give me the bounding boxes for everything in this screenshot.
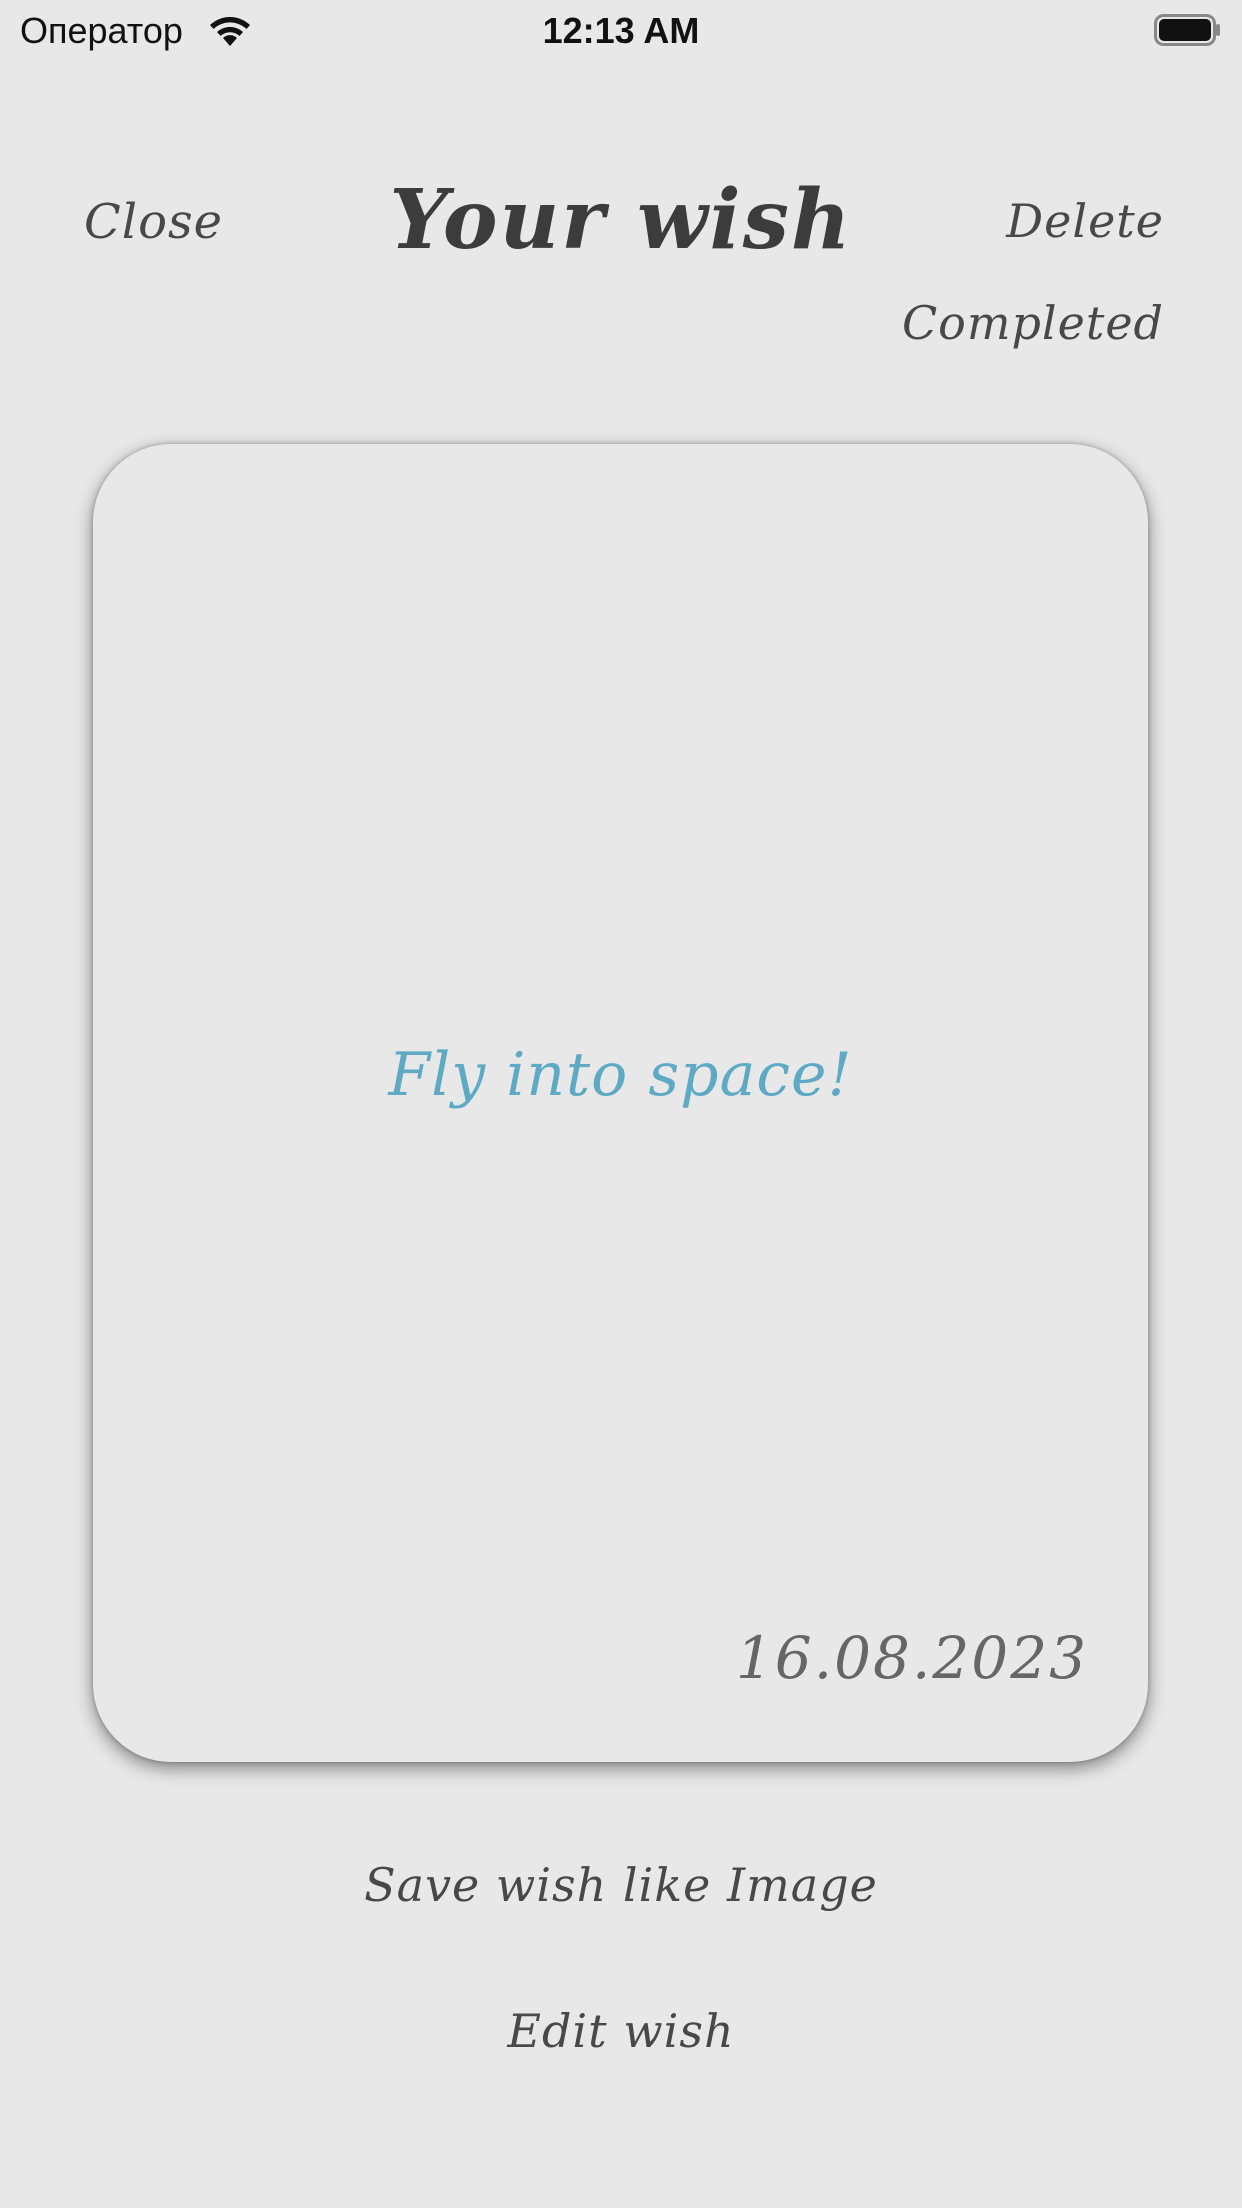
wish-card: Fly into space! 16.08.2023 (93, 444, 1148, 1762)
save-as-image-button[interactable]: Save wish like Image (0, 1858, 1242, 1912)
delete-button[interactable]: Delete (1006, 194, 1164, 248)
completed-button[interactable]: Completed (902, 296, 1164, 350)
status-time: 12:13 AM (542, 10, 700, 51)
status-bar: Оператор 12:13 AM (0, 0, 1242, 62)
battery-icon (1154, 14, 1222, 46)
wish-date: 16.08.2023 (735, 1624, 1088, 1692)
wish-text: Fly into space! (388, 1040, 853, 1110)
edit-wish-button[interactable]: Edit wish (0, 2004, 1242, 2058)
